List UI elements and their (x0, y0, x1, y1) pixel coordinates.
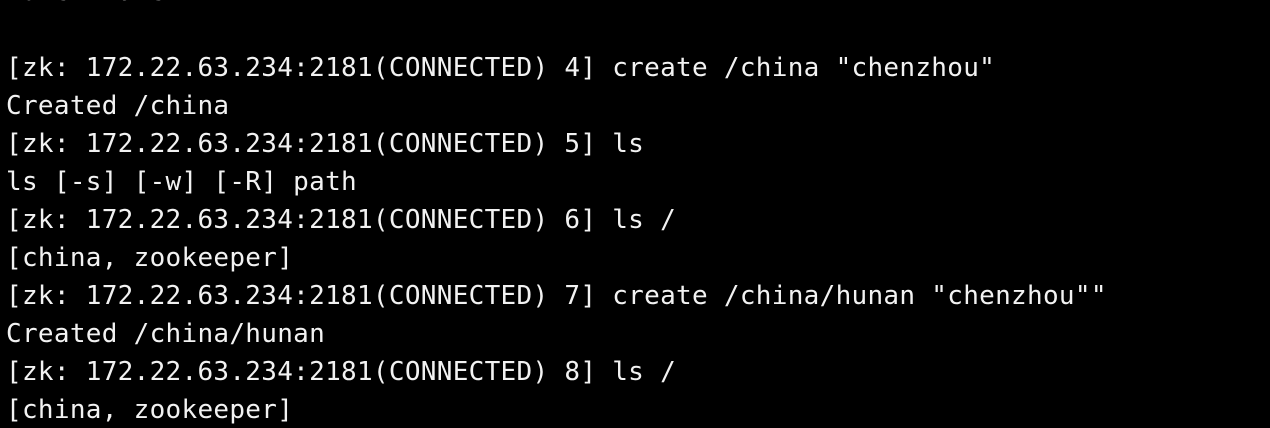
terminal-line-command: [zk: 172.22.63.234:2181(CONNECTED) 6] ls… (6, 205, 677, 235)
terminal-line-output: [china, zookeeper] (6, 243, 294, 273)
terminal-line-partial: numChildren = 1 (6, 0, 1107, 11)
terminal-line-command: [zk: 172.22.63.234:2181(CONNECTED) 8] ls… (6, 357, 677, 387)
terminal-line-command: [zk: 172.22.63.234:2181(CONNECTED) 5] ls (6, 129, 645, 159)
terminal-output: numChildren = 1 [zk: 172.22.63.234:2181(… (6, 0, 1107, 428)
terminal-line-command: [zk: 172.22.63.234:2181(CONNECTED) 7] cr… (6, 281, 1107, 311)
terminal-window[interactable]: numChildren = 1 [zk: 172.22.63.234:2181(… (0, 0, 1270, 428)
terminal-line-output: Created /china/hunan (6, 319, 326, 349)
terminal-line-output: [china, zookeeper] (6, 395, 294, 425)
terminal-line-output: ls [-s] [-w] [-R] path (6, 167, 357, 197)
terminal-line-output: Created /china (6, 91, 230, 121)
terminal-line-command: [zk: 172.22.63.234:2181(CONNECTED) 4] cr… (6, 53, 996, 83)
